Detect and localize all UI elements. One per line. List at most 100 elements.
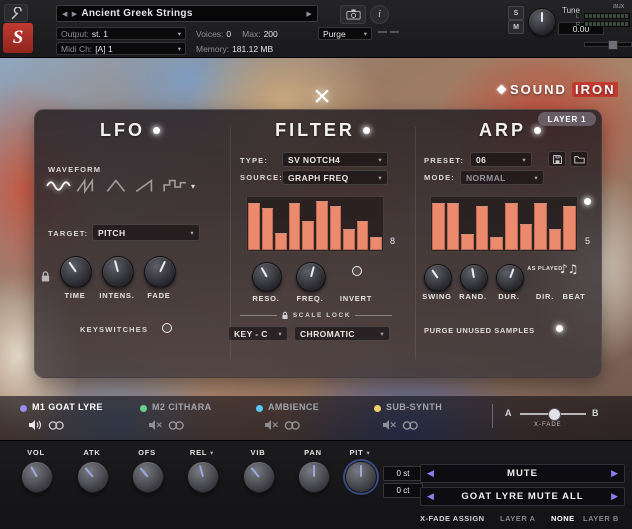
mute-all-selector[interactable]: ◀ GOAT LYRE MUTE ALL ▶ xyxy=(420,487,625,506)
step-bar[interactable] xyxy=(316,201,328,250)
arp-steps-value[interactable]: 5 xyxy=(585,236,590,246)
semitone-field[interactable]: 0 st xyxy=(383,466,423,481)
lfo-intensity-knob[interactable] xyxy=(102,256,134,288)
arp-random-knob[interactable] xyxy=(460,264,488,292)
ramp-wave-icon[interactable] xyxy=(133,177,159,195)
step-bar[interactable] xyxy=(357,221,369,250)
load-preset-button[interactable] xyxy=(570,151,588,167)
step-bar[interactable] xyxy=(563,206,576,250)
step-bar[interactable] xyxy=(534,203,547,250)
lfo-fade-knob[interactable] xyxy=(144,256,176,288)
filter-step-graph[interactable] xyxy=(246,196,384,252)
next-option-arrow[interactable]: ▶ xyxy=(611,491,618,502)
snapshot-button[interactable] xyxy=(340,5,366,24)
purge-select[interactable]: Purge ▾ xyxy=(318,27,372,40)
step-bar[interactable] xyxy=(476,206,489,250)
pit-select-label[interactable]: PIT ▾ xyxy=(338,448,382,457)
speaker-muted-icon[interactable] xyxy=(264,419,279,431)
purge-unused-toggle[interactable] xyxy=(556,325,563,332)
waveform-menu-arrow[interactable]: ▾ xyxy=(191,182,195,191)
next-instrument-arrow[interactable]: ▶ xyxy=(72,10,78,18)
step-bar[interactable] xyxy=(461,234,474,250)
arp-direction-select[interactable]: AS PLAYED xyxy=(527,266,563,273)
triangle-wave-icon[interactable] xyxy=(104,177,130,195)
lock-icon[interactable] xyxy=(40,270,51,283)
tune-knob[interactable] xyxy=(528,8,556,36)
rel-select-label[interactable]: REL ▾ xyxy=(180,448,224,457)
filter-power-led[interactable] xyxy=(363,127,370,134)
arp-preset-select[interactable]: 06▾ xyxy=(470,152,532,167)
saw-wave-icon[interactable] xyxy=(75,177,101,195)
lfo-time-knob[interactable] xyxy=(60,256,92,288)
arp-swing-knob[interactable] xyxy=(424,264,452,292)
prev-option-arrow[interactable]: ◀ xyxy=(427,468,434,479)
info-button[interactable]: i xyxy=(370,5,389,24)
arp-duration-knob[interactable] xyxy=(496,264,524,292)
step-bar[interactable] xyxy=(302,221,314,250)
speaker-muted-icon[interactable] xyxy=(382,419,397,431)
release-knob[interactable] xyxy=(187,461,219,493)
offset-knob[interactable] xyxy=(132,461,164,493)
link-icon[interactable] xyxy=(284,420,301,431)
instrument-title-bar[interactable]: ◀ ▶ Ancient Greek Strings ▶ xyxy=(56,5,318,22)
arp-mode-select[interactable]: NORMAL▾ xyxy=(460,170,544,185)
step-bar[interactable] xyxy=(520,224,533,250)
filter-invert-toggle[interactable] xyxy=(352,266,362,276)
filter-resonance-knob[interactable] xyxy=(252,262,282,292)
next-option-arrow[interactable]: ▶ xyxy=(611,468,618,479)
mute-button[interactable]: M xyxy=(508,20,524,34)
step-bar[interactable] xyxy=(447,203,460,250)
step-bar[interactable] xyxy=(262,208,274,250)
attack-knob[interactable] xyxy=(77,461,109,493)
pan-knob[interactable] xyxy=(298,461,330,493)
layer-tab-m1[interactable]: M1 GOAT LYRE xyxy=(32,402,103,412)
volume-knob[interactable] xyxy=(21,461,53,493)
layer-tab-m2[interactable]: M2 CITHARA xyxy=(152,402,212,412)
scale-type-select[interactable]: CHROMATIC▾ xyxy=(294,326,390,341)
cents-field[interactable]: 0 ct xyxy=(383,483,423,498)
step-bar[interactable] xyxy=(505,203,518,250)
xfade-assign-layer-a[interactable]: LAYER A xyxy=(500,514,535,523)
link-icon[interactable] xyxy=(402,420,419,431)
step-bar[interactable] xyxy=(343,229,355,250)
keyswitches-toggle[interactable] xyxy=(162,323,172,333)
step-bar[interactable] xyxy=(275,233,287,250)
filter-steps-value[interactable]: 8 xyxy=(390,236,395,246)
step-bar[interactable] xyxy=(330,206,342,250)
pan-slider-handle[interactable] xyxy=(608,40,618,50)
arp-velocity-led[interactable] xyxy=(584,198,591,205)
sine-wave-icon[interactable] xyxy=(46,177,72,195)
xfade-assign-layer-b[interactable]: LAYER B xyxy=(583,514,619,523)
pitch-knob[interactable] xyxy=(345,461,377,493)
step-wave-icon[interactable] xyxy=(162,177,188,195)
xfade-handle[interactable] xyxy=(548,408,561,421)
scale-key-select[interactable]: KEY - C▾ xyxy=(228,326,288,341)
link-icon[interactable] xyxy=(168,420,185,431)
expand-arrow[interactable]: ▶ xyxy=(306,10,312,18)
pan-slider[interactable] xyxy=(584,42,632,47)
layer-tab-subsynth[interactable]: SUB-SYNTH xyxy=(386,402,442,412)
step-bar[interactable] xyxy=(289,203,301,250)
step-bar[interactable] xyxy=(432,203,445,250)
vibrato-knob[interactable] xyxy=(243,461,275,493)
output-select[interactable]: Output: st. 1 ▾ xyxy=(56,27,186,40)
xfade-assign-none[interactable]: NONE xyxy=(551,514,575,523)
speaker-on-icon[interactable] xyxy=(28,419,43,431)
close-button[interactable]: × xyxy=(306,82,338,114)
filter-type-select[interactable]: SV NOTCH4▾ xyxy=(282,152,388,167)
filter-frequency-knob[interactable] xyxy=(296,262,326,292)
step-bar[interactable] xyxy=(248,203,260,250)
lfo-power-led[interactable] xyxy=(153,127,160,134)
arp-power-led[interactable] xyxy=(534,127,541,134)
step-bar[interactable] xyxy=(490,237,503,250)
midi-channel-select[interactable]: Midi Ch: [A] 1 ▾ xyxy=(56,42,186,55)
filter-source-select[interactable]: GRAPH FREQ▾ xyxy=(282,170,388,185)
link-icon[interactable] xyxy=(48,420,65,431)
mute-selector[interactable]: ◀ MUTE ▶ xyxy=(420,464,625,483)
step-bar[interactable] xyxy=(370,237,382,250)
step-bar[interactable] xyxy=(549,229,562,250)
arp-step-graph[interactable] xyxy=(430,196,578,252)
save-preset-button[interactable] xyxy=(548,151,566,167)
speaker-muted-icon[interactable] xyxy=(148,419,163,431)
prev-option-arrow[interactable]: ◀ xyxy=(427,491,434,502)
